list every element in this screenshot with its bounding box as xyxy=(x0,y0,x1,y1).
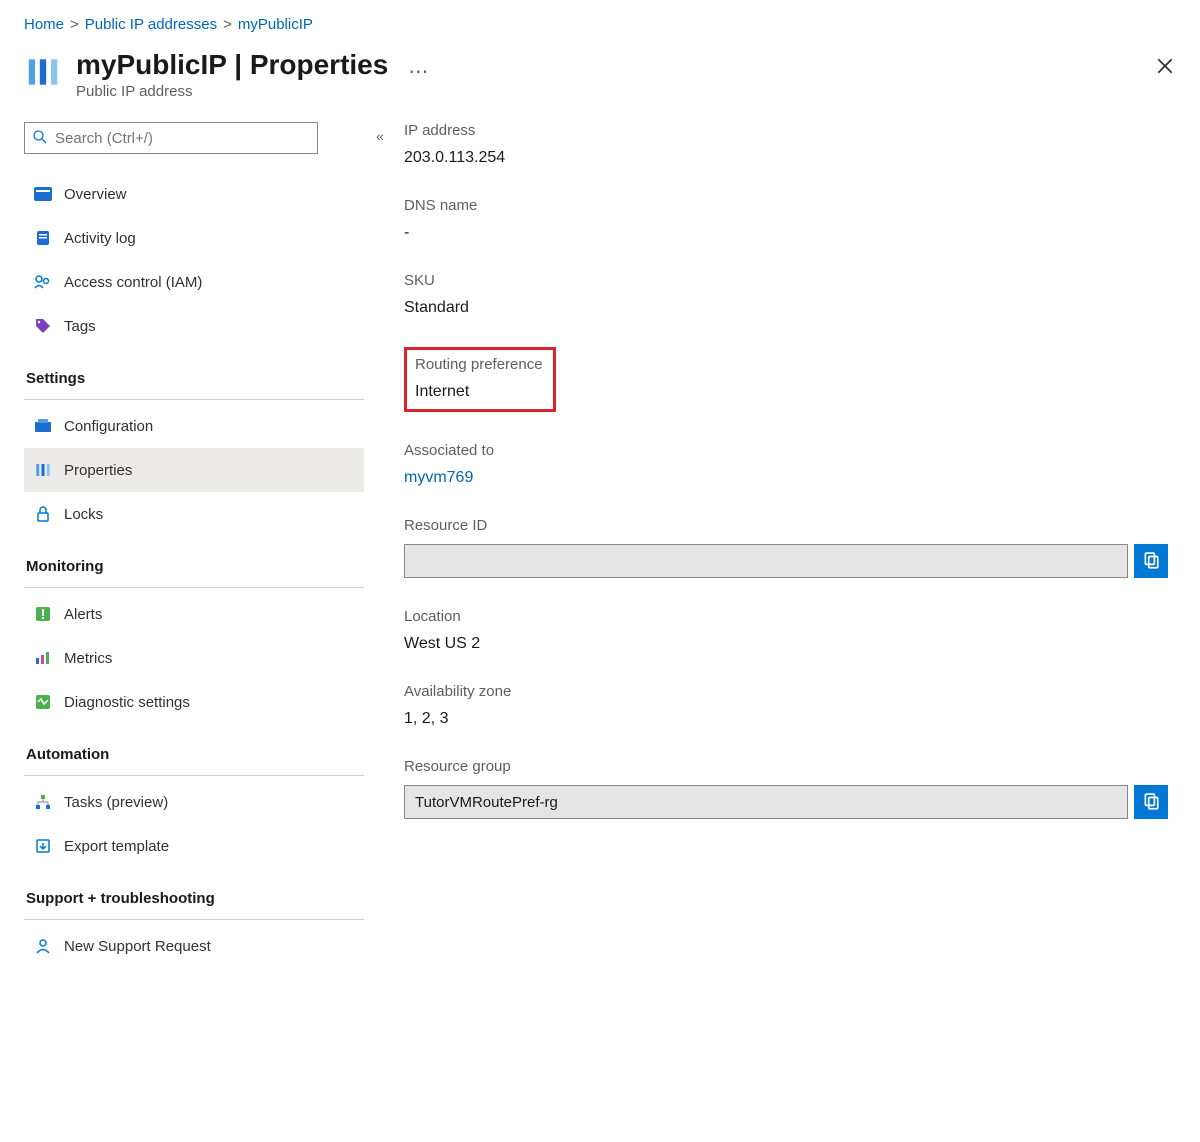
property-label: Routing preference xyxy=(415,356,543,373)
configuration-icon xyxy=(34,417,52,435)
sidebar-item-label: Properties xyxy=(64,462,132,479)
sidebar-item-label: Tags xyxy=(64,318,96,335)
tasks-icon xyxy=(34,793,52,811)
properties-panel: IP address 203.0.113.254 DNS name - SKU … xyxy=(396,122,1176,968)
sidebar-item-metrics[interactable]: Metrics xyxy=(24,636,364,680)
overview-icon xyxy=(34,185,52,203)
sidebar-item-access-control[interactable]: Access control (IAM) xyxy=(24,260,364,304)
property-label: IP address xyxy=(404,122,1168,139)
breadcrumb: Home > Public IP addresses > myPublicIP xyxy=(24,16,1176,33)
export-template-icon xyxy=(34,837,52,855)
sidebar-item-new-support[interactable]: New Support Request xyxy=(24,924,364,968)
property-resource-group: Resource group xyxy=(404,758,1168,819)
sidebar-item-label: Activity log xyxy=(64,230,136,247)
sidebar-item-label: Metrics xyxy=(64,650,112,667)
property-label: SKU xyxy=(404,272,1168,289)
breadcrumb-home[interactable]: Home xyxy=(24,16,64,33)
copy-resource-id-button[interactable] xyxy=(1134,544,1168,578)
property-label: Location xyxy=(404,608,1168,625)
sidebar-item-overview[interactable]: Overview xyxy=(24,172,364,216)
alerts-icon xyxy=(34,605,52,623)
property-value: - xyxy=(404,224,1168,242)
breadcrumb-sep: > xyxy=(70,16,79,33)
properties-icon xyxy=(34,461,52,479)
sidebar-item-label: Tasks (preview) xyxy=(64,794,168,811)
page-title: myPublicIP | Properties xyxy=(76,49,388,81)
property-sku: SKU Standard xyxy=(404,272,1168,317)
sidebar-section-monitoring: Monitoring xyxy=(24,536,364,583)
activity-log-icon xyxy=(34,229,52,247)
sidebar: Overview Activity log Access control (IA… xyxy=(24,122,364,968)
property-label: Associated to xyxy=(404,442,1168,459)
resource-id-field[interactable] xyxy=(404,544,1128,578)
breadcrumb-public-ip-addresses[interactable]: Public IP addresses xyxy=(85,16,217,33)
collapse-sidebar-button[interactable]: « xyxy=(376,128,384,144)
property-label: Availability zone xyxy=(404,683,1168,700)
sidebar-section-support: Support + troubleshooting xyxy=(24,868,364,915)
property-ip-address: IP address 203.0.113.254 xyxy=(404,122,1168,167)
breadcrumb-sep: > xyxy=(223,16,232,33)
property-value: Standard xyxy=(404,299,1168,317)
sidebar-item-label: Alerts xyxy=(64,606,102,623)
associated-resource-link[interactable]: myvm769 xyxy=(404,469,1168,487)
sidebar-item-configuration[interactable]: Configuration xyxy=(24,404,364,448)
property-location: Location West US 2 xyxy=(404,608,1168,653)
sidebar-item-export-template[interactable]: Export template xyxy=(24,824,364,868)
locks-icon xyxy=(34,505,52,523)
sidebar-section-automation: Automation xyxy=(24,724,364,771)
sidebar-item-locks[interactable]: Locks xyxy=(24,492,364,536)
sidebar-item-tags[interactable]: Tags xyxy=(24,304,364,348)
property-value: West US 2 xyxy=(404,635,1168,653)
property-value: Internet xyxy=(415,383,543,401)
copy-resource-group-button[interactable] xyxy=(1134,785,1168,819)
support-icon xyxy=(34,937,52,955)
sidebar-item-label: Locks xyxy=(64,506,103,523)
more-actions-button[interactable]: ⋯ xyxy=(408,59,430,84)
sidebar-item-label: New Support Request xyxy=(64,938,211,955)
sidebar-item-diagnostic[interactable]: Diagnostic settings xyxy=(24,680,364,724)
property-label: Resource group xyxy=(404,758,1168,775)
sidebar-search-input[interactable] xyxy=(24,122,318,154)
sidebar-item-label: Diagnostic settings xyxy=(64,694,190,711)
sidebar-item-alerts[interactable]: Alerts xyxy=(24,592,364,636)
page-subtitle: Public IP address xyxy=(76,83,388,100)
property-routing-preference-highlighted: Routing preference Internet xyxy=(404,347,556,412)
metrics-icon xyxy=(34,649,52,667)
sidebar-item-label: Access control (IAM) xyxy=(64,274,202,291)
tags-icon xyxy=(34,317,52,335)
sidebar-item-label: Configuration xyxy=(64,418,153,435)
sidebar-item-activity-log[interactable]: Activity log xyxy=(24,216,364,260)
breadcrumb-current[interactable]: myPublicIP xyxy=(238,16,313,33)
sidebar-section-settings: Settings xyxy=(24,348,364,395)
sidebar-item-tasks[interactable]: Tasks (preview) xyxy=(24,780,364,824)
sidebar-item-label: Export template xyxy=(64,838,169,855)
close-button[interactable] xyxy=(1156,57,1176,77)
property-label: Resource ID xyxy=(404,517,1168,534)
property-associated-to: Associated to myvm769 xyxy=(404,442,1168,487)
diagnostic-icon xyxy=(34,693,52,711)
sidebar-item-label: Overview xyxy=(64,186,127,203)
property-resource-id: Resource ID xyxy=(404,517,1168,578)
resource-group-field[interactable] xyxy=(404,785,1128,819)
sidebar-item-properties[interactable]: Properties xyxy=(24,448,364,492)
property-label: DNS name xyxy=(404,197,1168,214)
access-control-icon xyxy=(34,273,52,291)
property-dns-name: DNS name - xyxy=(404,197,1168,242)
public-ip-icon xyxy=(24,53,62,91)
property-value: 203.0.113.254 xyxy=(404,149,1168,167)
property-value: 1, 2, 3 xyxy=(404,710,1168,728)
search-icon xyxy=(32,129,48,148)
property-availability-zone: Availability zone 1, 2, 3 xyxy=(404,683,1168,728)
